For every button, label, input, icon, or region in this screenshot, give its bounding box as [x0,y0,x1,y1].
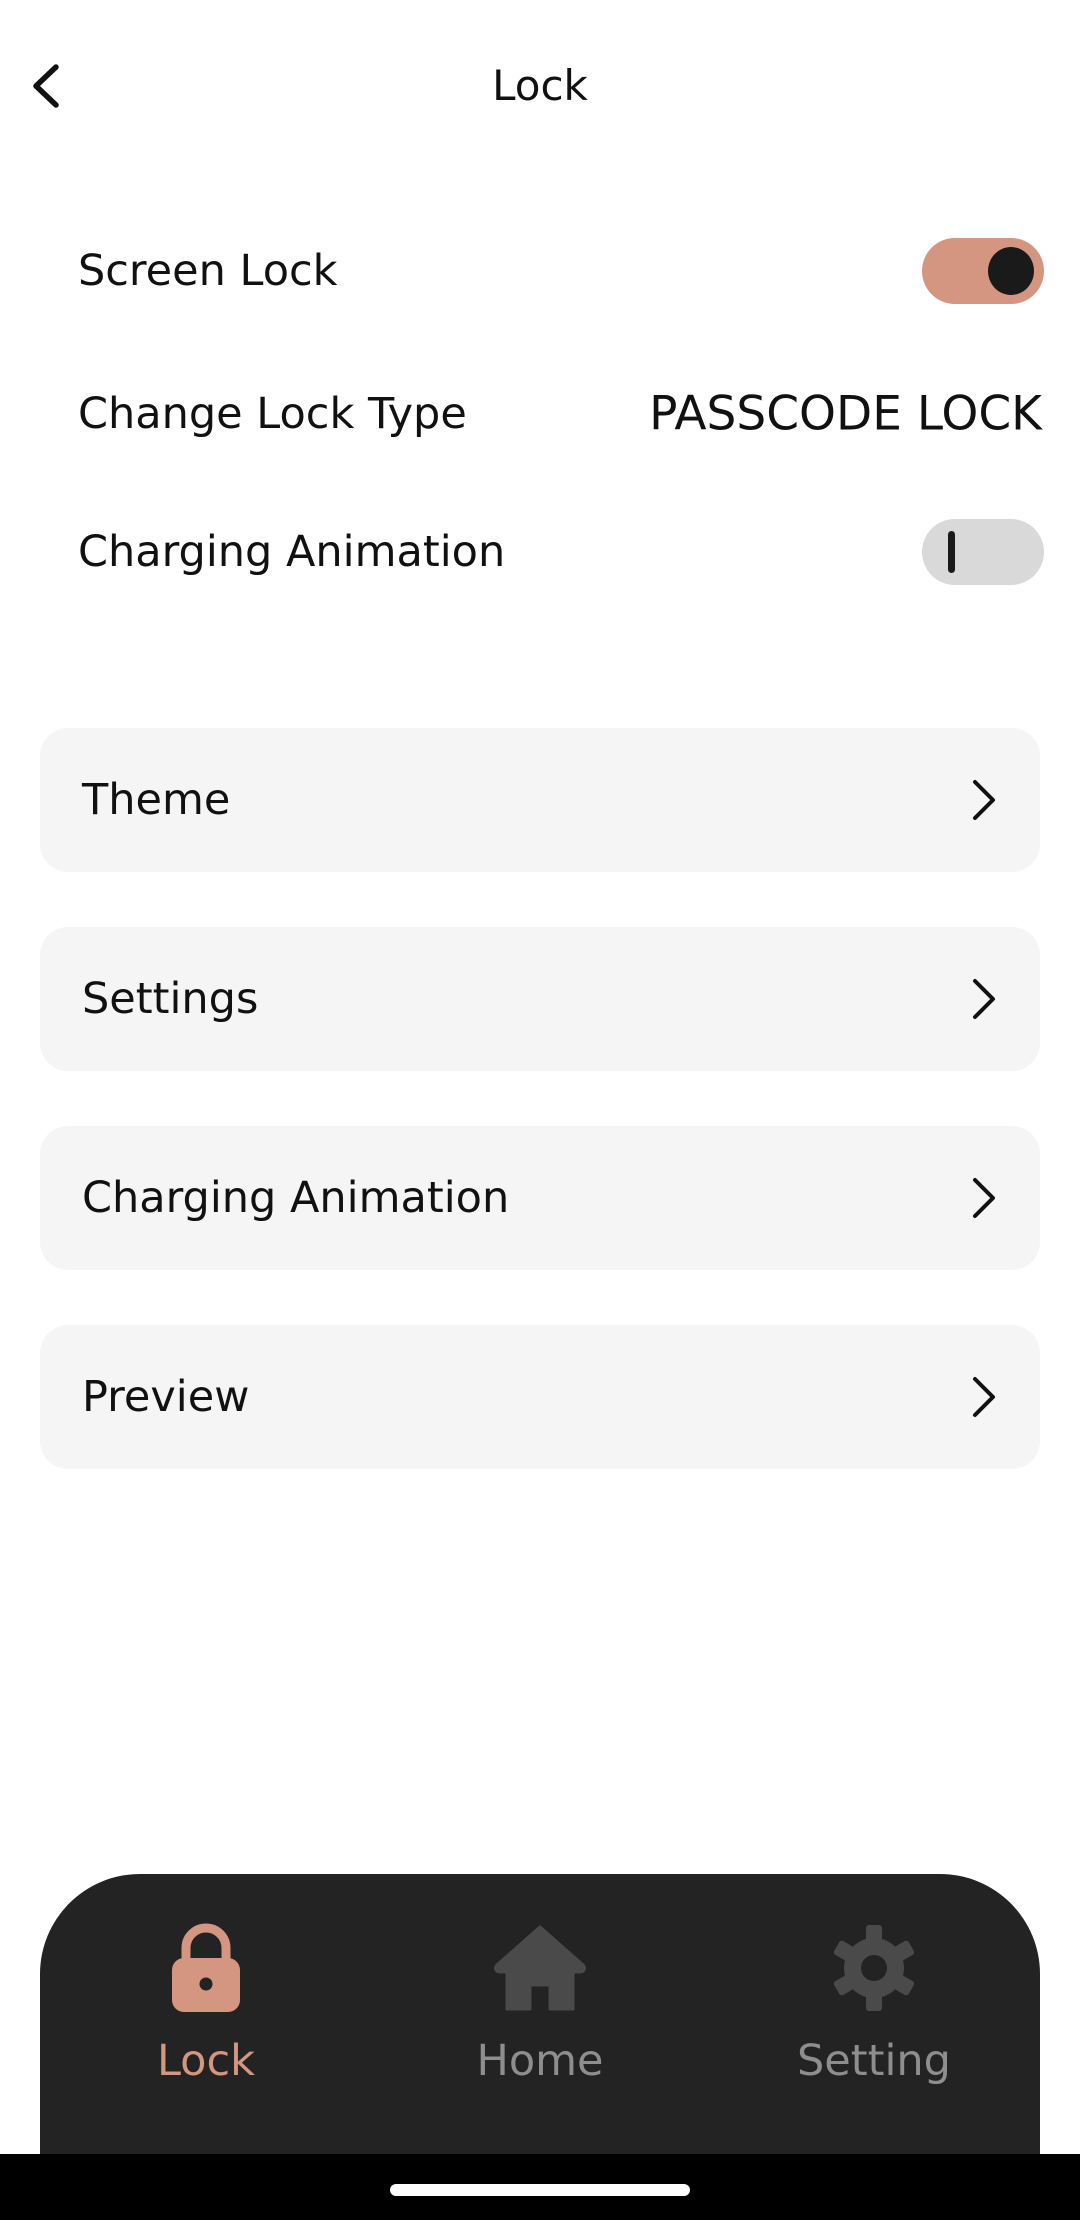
gear-icon [826,1920,922,2016]
nav-item-setting[interactable]: Setting [754,1920,994,2110]
charging-animation-toggle[interactable] [922,519,1044,585]
lock-settings-screen: Lock Screen Lock Change Lock Type PASSCO… [0,0,1080,2220]
charging-animation-label: Charging Animation [78,527,506,577]
nav-label: Home [476,2036,604,2086]
menu-item-charging-animation[interactable]: Charging Animation [40,1126,1040,1270]
chevron-right-icon [964,1174,1004,1222]
charging-animation-row: Charging Animation [0,502,1080,602]
app-header: Lock [0,0,1080,172]
lock-icon [158,1920,254,2016]
page-title: Lock [492,61,588,110]
toggle-knob [988,247,1034,295]
gesture-handle[interactable] [390,2184,690,2196]
chevron-right-icon [964,975,1004,1023]
home-icon [492,1920,588,2016]
screen-lock-row: Screen Lock [0,221,1080,321]
system-navigation-bar [0,2154,1080,2220]
change-lock-type-row[interactable]: Change Lock Type PASSCODE LOCK [0,364,1080,464]
change-lock-type-label: Change Lock Type [78,389,467,439]
lock-type-value[interactable]: PASSCODE LOCK [649,387,1042,442]
menu-item-label: Preview [82,1372,250,1422]
screen-lock-label: Screen Lock [78,246,338,296]
menu-item-settings[interactable]: Settings [40,927,1040,1071]
screen-lock-toggle[interactable] [922,238,1044,304]
chevron-right-icon [964,776,1004,824]
bottom-navigation: Lock Home Setting [40,1874,1040,2154]
chevron-right-icon [964,1373,1004,1421]
menu-item-label: Theme [82,775,231,825]
menu-item-theme[interactable]: Theme [40,728,1040,872]
nav-label: Setting [797,2036,951,2086]
nav-label: Lock [156,2036,256,2086]
nav-item-home[interactable]: Home [420,1920,660,2110]
menu-item-label: Charging Animation [82,1173,510,1223]
menu-item-label: Settings [82,974,259,1024]
menu-item-preview[interactable]: Preview [40,1325,1040,1469]
toggle-off-indicator [948,531,955,573]
nav-item-lock[interactable]: Lock [86,1920,326,2110]
